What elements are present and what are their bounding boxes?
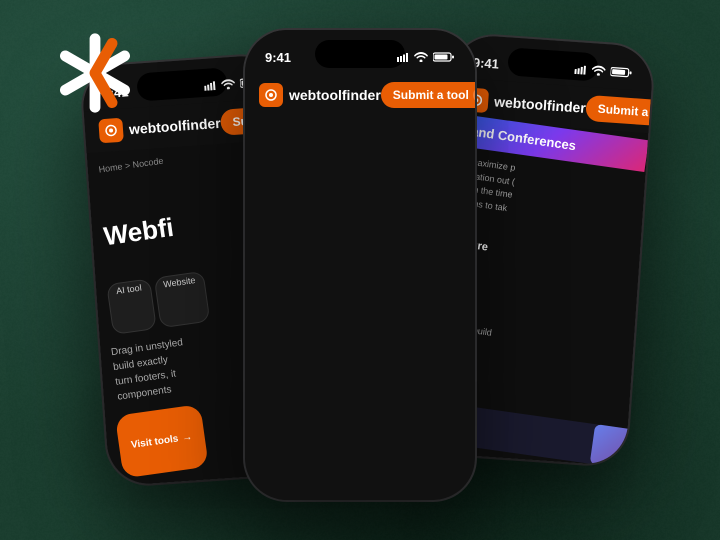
- hashtag-line: ✦ The #1 webtool finder: [245, 128, 261, 500]
- tag-website: Website: [153, 270, 210, 328]
- submit-btn-center[interactable]: Submit a tool ✕: [381, 82, 475, 108]
- submit-circle-center: ✕: [473, 87, 475, 103]
- status-icons-center: [397, 52, 455, 62]
- phone-center: 9:41 webtoolfinder: [245, 30, 475, 500]
- submit-btn-right[interactable]: Submit a tool ✕: [585, 95, 655, 129]
- status-time-center: 9:41: [265, 50, 291, 65]
- phone-center-status: 9:41: [245, 30, 475, 74]
- status-time-right: 9:41: [472, 54, 499, 71]
- brand-icon-center: [259, 83, 283, 107]
- dynamic-island-center: [315, 40, 405, 68]
- brand-center: webtoolfinder: [259, 83, 381, 107]
- visit-btn-left[interactable]: Visit tools →: [115, 404, 209, 479]
- hero-section-center: ✦ The #1 webtool finder I am looking for…: [245, 116, 360, 500]
- brand-text-center: webtoolfinder: [289, 87, 381, 103]
- submit-btn-label-right: Submit a tool: [597, 102, 654, 121]
- brand-right: webtoolfinder: [463, 87, 586, 119]
- asterisk-logo: [50, 28, 140, 118]
- brand-text-right: webtoolfinder: [494, 93, 587, 115]
- mini-card-image: [590, 424, 635, 466]
- phone-center-navbar: webtoolfinder Submit a tool ✕: [245, 74, 475, 116]
- tag-ai: AI tool: [106, 278, 156, 335]
- visit-btn-label: Visit tools: [130, 433, 179, 451]
- visit-arrow-icon: →: [181, 431, 192, 443]
- brand-text-left: webtoolfinder: [128, 115, 221, 137]
- brand-icon-left: [98, 118, 124, 144]
- submit-btn-label-center: Submit a tool: [393, 88, 469, 102]
